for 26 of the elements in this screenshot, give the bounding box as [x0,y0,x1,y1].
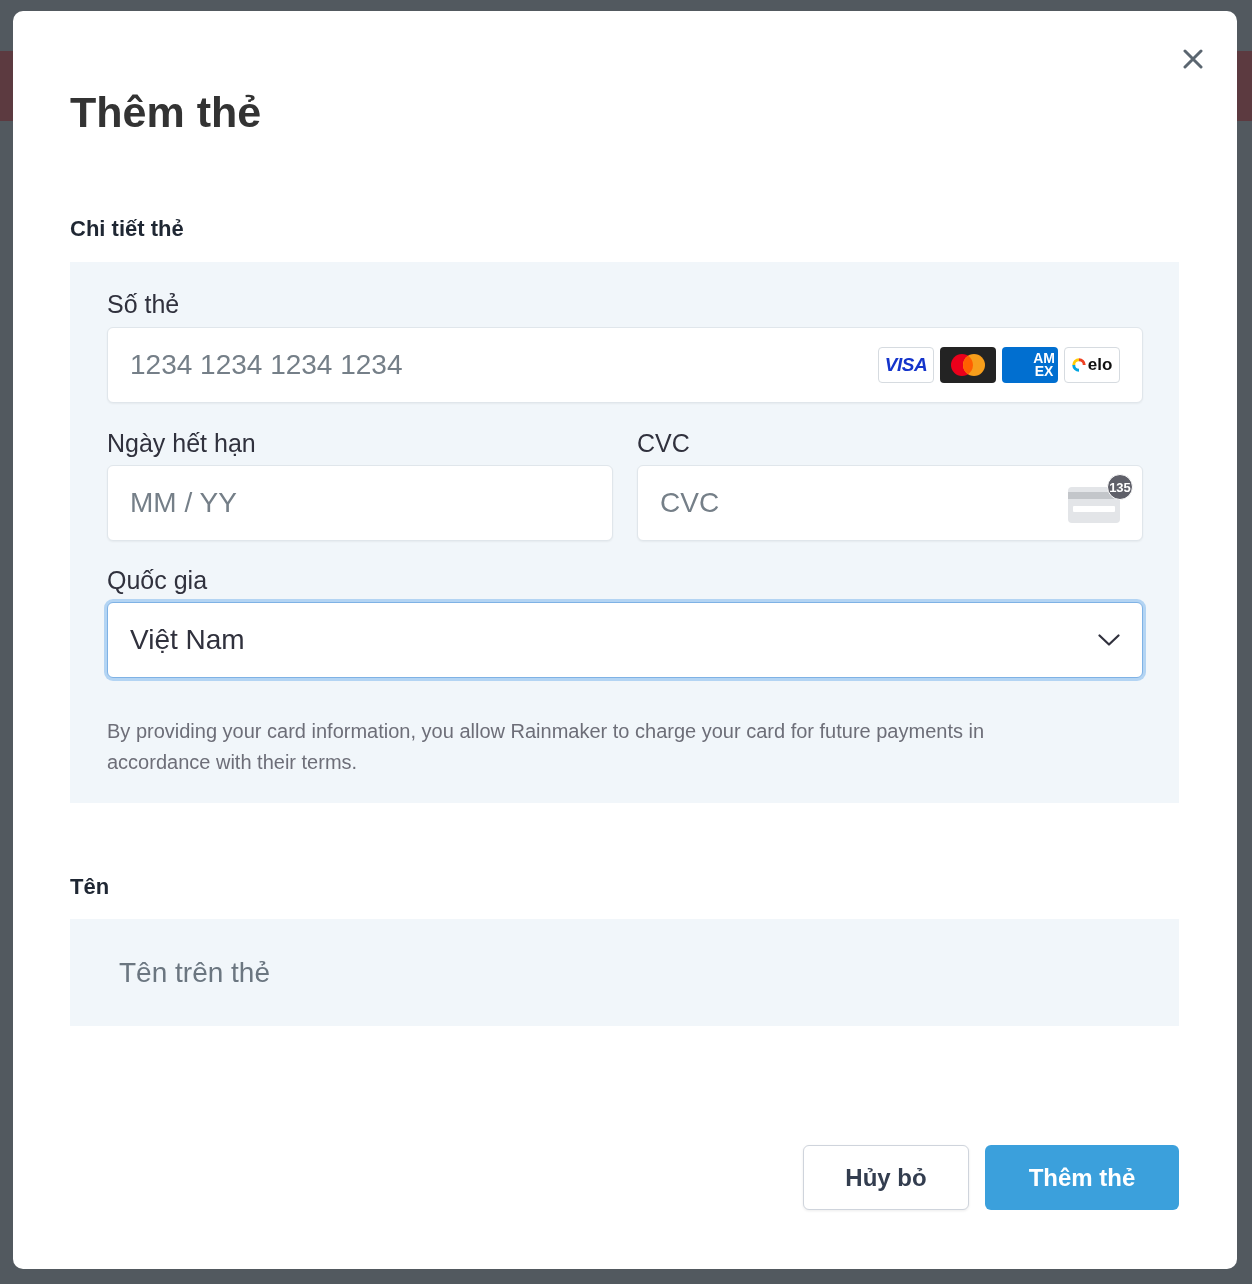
card-brand-logo: AM EX [1002,347,1058,383]
cancel-button[interactable]: Hủy bỏ [803,1145,969,1210]
section-heading: Chi tiết thẻ [70,215,184,243]
card-number-field[interactable]: 1234 1234 1234 1234 VISA AM EX elo [107,327,1143,403]
field-label: CVC [637,428,691,458]
expiry-field[interactable]: MM / YY [107,465,613,541]
dialog-title: Thêm thẻ [70,87,263,137]
field-label: Số thẻ [107,289,181,319]
placeholder-text: 1234 1234 1234 1234 [130,349,403,381]
field-label: Ngày hết hạn [107,428,257,458]
name-input-field[interactable]: Tên trên thẻ [70,919,1179,1026]
chevron-down-icon [1098,634,1120,646]
close-icon [1183,49,1203,69]
overlapping-circles-icon [940,347,996,383]
disclaimer-text: By providing your card information, you allow Rainmaker to charge your card for future payments in accordance with their terms. [107,719,986,775]
brand-name: elo [1087,355,1113,375]
country-select[interactable]: Việt Nam [107,602,1143,678]
cvc-field[interactable]: CVC 135 [637,465,1143,541]
card-brand-logo: VISA [878,347,934,383]
cvc-number-badge: 135 [1107,474,1133,500]
ring-icon [1071,358,1086,372]
placeholder-text: CVC [660,487,720,519]
field-label: Quốc gia [107,565,209,595]
section-heading: Tên [70,873,110,901]
placeholder-text: Tên trên thẻ [119,956,270,989]
placeholder-text: MM / YY [130,487,237,519]
